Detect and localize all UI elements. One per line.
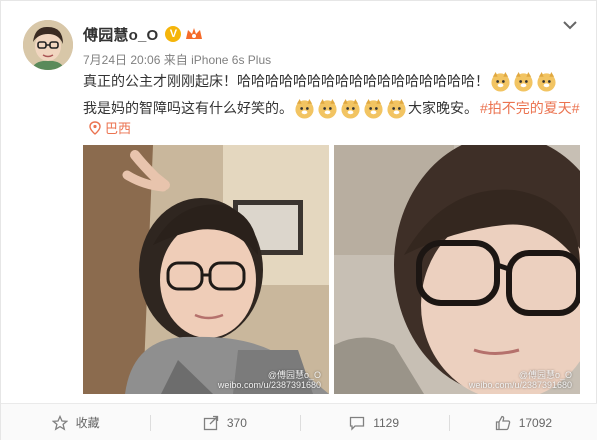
text-line-2: 我是妈的智障吗这有什么好笑的。 大家晚安。 #拍不完的夏天# xyxy=(83,95,583,122)
star-icon xyxy=(51,414,68,431)
post-meta: 7月24日 20:06 来自 iPhone 6s Plus xyxy=(83,51,271,68)
photo-2-image xyxy=(334,145,580,394)
doge-emoji-icon xyxy=(387,98,406,119)
post-text: 真正的公主才刚刚起床！哈哈哈哈哈哈哈哈哈哈哈哈哈哈哈哈哈！ 我是妈的智障吗这有什… xyxy=(83,68,583,122)
username-row: 傅园慧o_O V xyxy=(83,23,203,45)
avatar-image xyxy=(23,20,73,70)
favorite-label: 收藏 xyxy=(75,416,100,430)
photo-1-image xyxy=(83,145,329,394)
username[interactable]: 傅园慧o_O xyxy=(83,24,158,45)
photo-1-watermark: @傅园慧o_O weibo.com/u/2387391680 xyxy=(217,370,321,390)
comment-count: 1129 xyxy=(373,415,400,430)
chevron-down-icon[interactable] xyxy=(562,17,578,33)
location-link[interactable]: 巴西 xyxy=(89,118,131,137)
post-photo-2[interactable]: @傅园慧o_O weibo.com/u/2387391680 xyxy=(334,145,580,394)
repost-count: 370 xyxy=(226,415,247,430)
action-bar: 收藏 370 1129 17092 xyxy=(1,403,597,440)
share-icon xyxy=(203,415,219,430)
text-content-1: 真正的公主才刚刚起床！哈哈哈哈哈哈哈哈哈哈哈哈哈哈哈哈哈！ xyxy=(83,73,489,89)
doge-emoji-icon xyxy=(318,98,337,119)
text-line-1: 真正的公主才刚刚起床！哈哈哈哈哈哈哈哈哈哈哈哈哈哈哈哈哈！ xyxy=(83,68,583,95)
verified-badge-icon[interactable]: V xyxy=(165,26,182,42)
doge-emoji-icon xyxy=(514,71,533,92)
location-label: 巴西 xyxy=(105,121,132,136)
doge-emoji-icon xyxy=(364,98,383,119)
member-crown-icon[interactable] xyxy=(185,26,203,42)
like-button[interactable]: 17092 xyxy=(448,404,597,440)
doge-emoji-icon xyxy=(341,98,360,119)
comment-icon xyxy=(350,416,365,431)
location-pin-icon xyxy=(89,120,101,135)
thumbs-up-icon xyxy=(495,415,510,430)
timestamp[interactable]: 7月24日 20:06 xyxy=(83,53,160,67)
favorite-button[interactable]: 收藏 xyxy=(1,404,150,440)
weibo-post-card: 傅园慧o_O V 7月24日 20:06 来自 iPhone 6s Plus 真… xyxy=(0,0,597,440)
like-count: 17092 xyxy=(518,415,553,430)
repost-button[interactable]: 370 xyxy=(150,404,299,440)
doge-emoji-icon xyxy=(537,71,556,92)
source-prefix: 来自 xyxy=(163,53,188,67)
text-content-3: 大家晚安。 xyxy=(408,100,478,116)
comment-button[interactable]: 1129 xyxy=(299,404,449,440)
post-photo-1[interactable]: @傅园慧o_O weibo.com/u/2387391680 xyxy=(83,145,329,394)
doge-emoji-icon xyxy=(295,98,314,119)
hashtag-link[interactable]: #拍不完的夏天# xyxy=(480,95,580,122)
source-device[interactable]: iPhone 6s Plus xyxy=(191,53,271,67)
doge-emoji-icon xyxy=(491,71,510,92)
avatar[interactable] xyxy=(23,20,73,70)
photo-2-watermark: @傅园慧o_O weibo.com/u/2387391680 xyxy=(468,370,572,390)
